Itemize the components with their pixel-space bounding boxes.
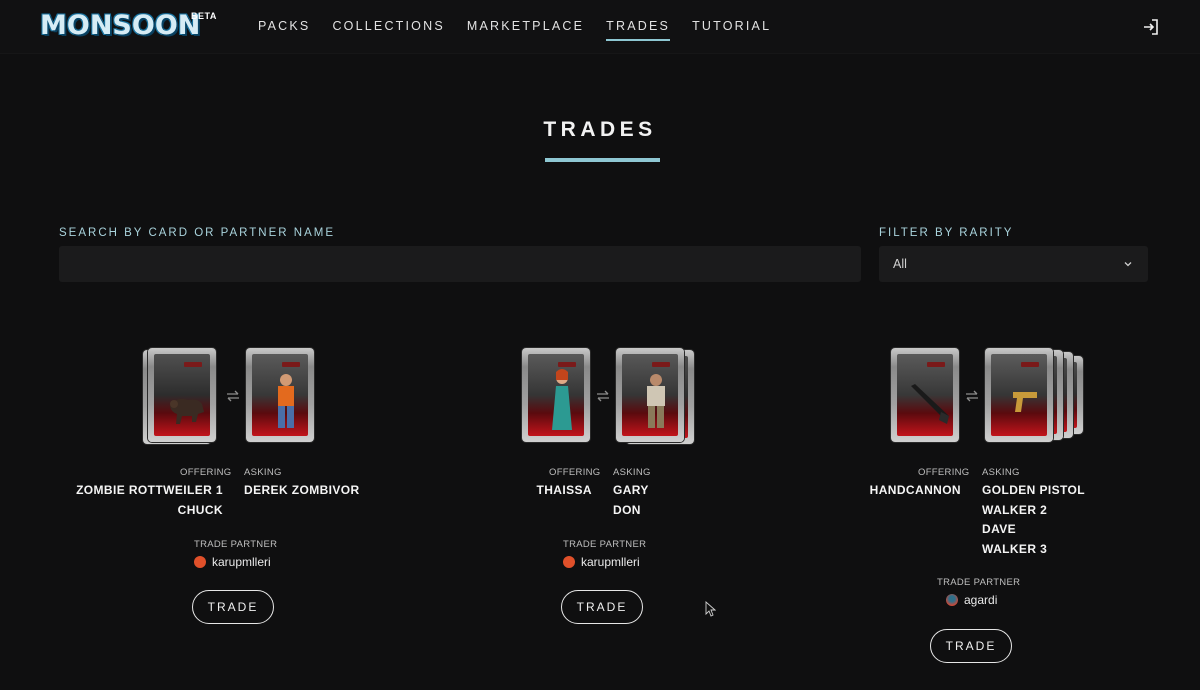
trade-button[interactable]: TRADE — [192, 590, 274, 624]
offering-item: HANDCANNON — [869, 483, 961, 497]
asked-card-derek-zombivor[interactable] — [246, 348, 314, 442]
avatar — [946, 594, 958, 606]
asking-item: WALKER 3 — [982, 541, 1048, 556]
avatar — [563, 556, 575, 568]
asking-header: ASKING — [244, 467, 282, 478]
chevron-down-icon — [1124, 262, 1132, 267]
asking-list: GARY DON — [613, 481, 649, 520]
mouse-cursor-icon — [705, 601, 716, 617]
offered-card-thaissa[interactable] — [522, 348, 590, 442]
partner-name: agardi — [964, 593, 998, 607]
nav-packs[interactable]: PACKS — [258, 0, 310, 54]
logo-wordmark: MONSOON — [40, 10, 201, 41]
asking-header: ASKING — [613, 467, 651, 478]
trade-offer-3: OFFERING ASKING HANDCANNON GOLDEN PISTOL… — [780, 340, 1160, 680]
title-underline — [545, 158, 660, 162]
trade-partner[interactable]: agardi — [946, 593, 997, 607]
offering-item: CHUCK — [177, 502, 223, 517]
asking-list: GOLDEN PISTOL WALKER 2 DAVE WALKER 3 — [982, 481, 1085, 559]
main-nav: PACKS COLLECTIONS MARKETPLACE TRADES TUT… — [258, 0, 793, 54]
nav-marketplace[interactable]: MARKETPLACE — [467, 0, 584, 54]
swap-arrows-icon — [227, 390, 239, 402]
nav-trades[interactable]: TRADES — [606, 0, 670, 54]
trade-offer-2: OFFERING ASKING THAISSA GARY DON TRADE P… — [411, 340, 791, 680]
offering-header: OFFERING — [918, 467, 970, 478]
asking-item: DON — [613, 502, 641, 517]
trade-partner-label: TRADE PARTNER — [194, 539, 278, 550]
trade-button[interactable]: TRADE — [561, 590, 643, 624]
gary-illustration — [647, 374, 665, 428]
offering-item: ZOMBIE ROTTWEILER 1 — [76, 483, 223, 497]
offering-header: OFFERING — [549, 467, 601, 478]
trade-partner-label: TRADE PARTNER — [937, 577, 1021, 588]
avatar — [194, 556, 206, 568]
offered-card-handcannon[interactable] — [891, 348, 959, 442]
offering-item: THAISSA — [536, 483, 592, 497]
trade-partner[interactable]: karupmlleri — [194, 555, 271, 569]
rarity-selected-value: All — [893, 257, 907, 271]
asking-header: ASKING — [982, 467, 1020, 478]
partner-name: karupmlleri — [581, 555, 640, 569]
asking-item: GARY — [613, 483, 649, 497]
offering-header: OFFERING — [180, 467, 232, 478]
search-label: SEARCH BY CARD OR PARTNER NAME — [59, 227, 335, 239]
rottweiler-illustration — [170, 398, 204, 424]
search-input[interactable] — [59, 246, 861, 282]
offered-card-zombie-rottweiler[interactable] — [148, 348, 216, 442]
golden-pistol-illustration — [1013, 392, 1037, 412]
rarity-filter-label: FILTER BY RARITY — [879, 227, 1014, 239]
asking-item: GOLDEN PISTOL — [982, 483, 1085, 497]
thaissa-illustration — [552, 369, 572, 430]
top-navigation-bar: MONSOON BETA PACKS COLLECTIONS MARKETPLA… — [0, 0, 1200, 54]
asking-item: DAVE — [982, 522, 1017, 537]
trade-partner-label: TRADE PARTNER — [563, 539, 647, 550]
rarity-filter-select[interactable]: All — [879, 246, 1148, 282]
swap-arrows-icon — [966, 390, 978, 402]
partner-name: karupmlleri — [212, 555, 271, 569]
sign-in-icon[interactable] — [1142, 18, 1160, 36]
derek-illustration — [278, 374, 294, 428]
trade-partner[interactable]: karupmlleri — [563, 555, 640, 569]
swap-arrows-icon — [597, 390, 609, 402]
page-title: TRADES — [543, 118, 657, 141]
nav-tutorial[interactable]: TUTORIAL — [692, 0, 771, 54]
offering-list: THAISSA — [537, 481, 592, 501]
asking-item: DEREK ZOMBIVOR — [244, 483, 360, 497]
asked-card-gary[interactable] — [616, 348, 684, 442]
beta-badge: BETA — [191, 11, 217, 21]
asking-list: DEREK ZOMBIVOR — [244, 481, 360, 501]
nav-collections[interactable]: COLLECTIONS — [332, 0, 444, 54]
offering-list: ZOMBIE ROTTWEILER 1 CHUCK — [76, 481, 223, 520]
handcannon-illustration — [911, 384, 949, 424]
offering-list: HANDCANNON — [870, 481, 961, 501]
trade-button[interactable]: TRADE — [930, 629, 1012, 663]
asking-item: WALKER 2 — [982, 502, 1048, 517]
monsoon-logo[interactable]: MONSOON — [40, 9, 201, 43]
trade-offer-1: OFFERING ASKING ZOMBIE ROTTWEILER 1 CHUC… — [42, 340, 422, 680]
asked-card-golden-pistol[interactable] — [985, 348, 1053, 442]
